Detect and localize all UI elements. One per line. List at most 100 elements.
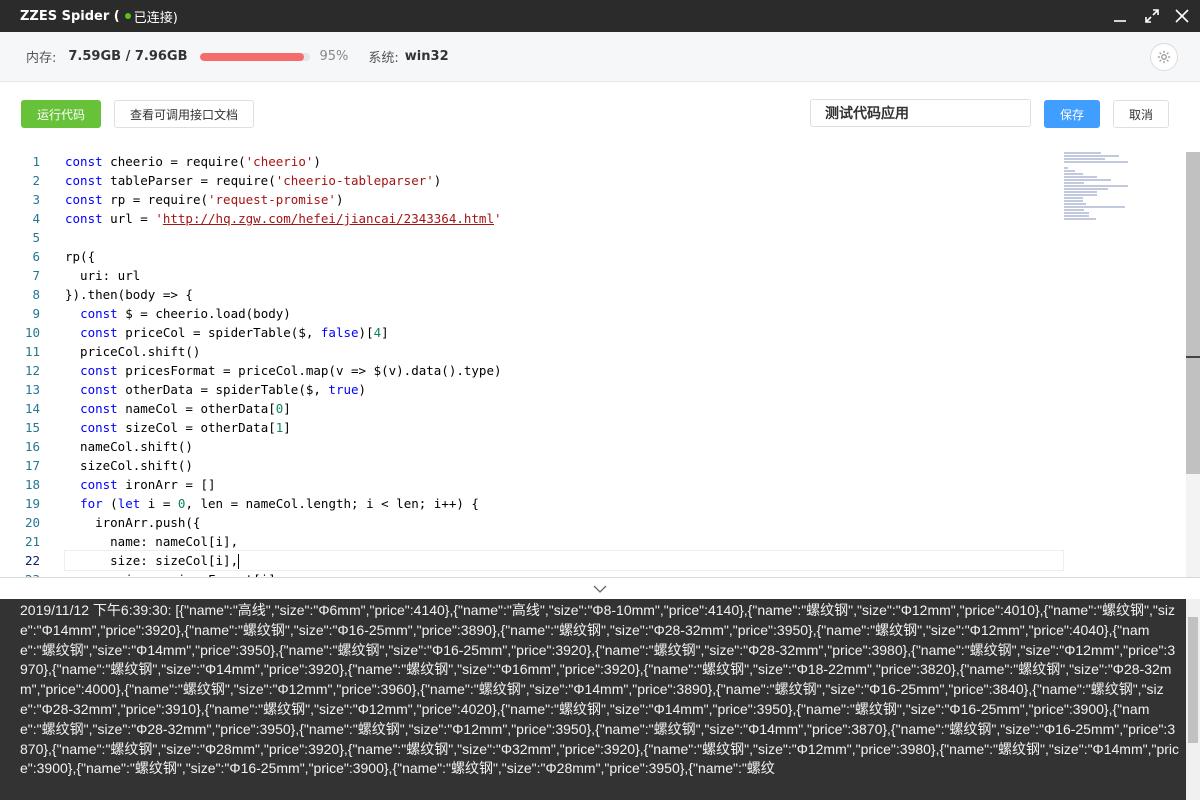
code-token: size: sizeCol[i], xyxy=(65,553,239,568)
code-token: http://hq.zgw.com/hefei/jiancai/2343364.… xyxy=(162,211,494,226)
code-line[interactable]: const pricesFormat = priceCol.map(v => $… xyxy=(65,361,1063,380)
code-token: )[ xyxy=(358,325,374,340)
code-token: url = xyxy=(102,211,156,226)
code-token: true xyxy=(328,382,359,397)
code-token: i = xyxy=(140,496,178,511)
code-line[interactable]: price: pricesFormat[i], xyxy=(65,570,1063,577)
line-number: 12 xyxy=(24,363,40,378)
line-number: 10 xyxy=(24,325,40,340)
maximize-button[interactable] xyxy=(1136,0,1168,32)
editor-scrollbar-thumb[interactable] xyxy=(1186,152,1200,474)
memory-value: 7.59GB / 7.96GB xyxy=(68,49,188,64)
code-line[interactable]: const rp = require('request-promise') xyxy=(65,190,1063,209)
code-token: ) xyxy=(313,154,321,169)
code-line[interactable]: const tableParser = require('cheerio-tab… xyxy=(65,171,1063,190)
minimap-line xyxy=(1064,170,1075,172)
line-number: 4 xyxy=(32,211,40,226)
line-number: 19 xyxy=(24,496,40,511)
code-token: const xyxy=(80,325,118,340)
code-token: ironArr.push({ xyxy=(65,515,201,530)
chevron-down-icon[interactable] xyxy=(593,584,607,594)
output-console: 2019/11/12 下午6:39:30: [{"name":"高线","siz… xyxy=(0,599,1200,800)
line-number: 23 xyxy=(0,570,40,577)
code-line[interactable]: name: nameCol[i], xyxy=(65,532,1063,551)
code-lines[interactable]: const cheerio = require('cheerio') const … xyxy=(64,152,1064,577)
code-token: , len = nameCol.length; i < len; i++) { xyxy=(185,496,479,511)
cancel-button[interactable]: 取消 xyxy=(1113,100,1169,128)
system-value: win32 xyxy=(404,49,449,64)
code-minimap[interactable] xyxy=(1064,152,1186,222)
minimap-line xyxy=(1064,182,1084,184)
code-line[interactable]: }).then(body => { xyxy=(65,285,1063,304)
minimap-line xyxy=(1064,173,1083,175)
code-line[interactable]: priceCol.shift() xyxy=(65,342,1063,361)
window-title: ZZES Spider ( 已连接) xyxy=(20,7,178,26)
code-token: const xyxy=(80,420,118,435)
console-scrollbar-thumb[interactable] xyxy=(1188,617,1198,743)
code-line[interactable]: nameCol.shift() xyxy=(65,437,1063,456)
code-token: name: nameCol[i], xyxy=(65,534,239,549)
memory-percent: 95% xyxy=(319,49,349,64)
code-token: 'cheerio' xyxy=(245,154,314,169)
code-line[interactable]: size: sizeCol[i], xyxy=(64,550,1064,571)
code-line[interactable]: rp({ xyxy=(65,247,1063,266)
minimap-line xyxy=(1064,215,1090,217)
line-number: 20 xyxy=(24,515,40,530)
code-token: nameCol.shift() xyxy=(65,439,193,454)
code-line[interactable]: const cheerio = require('cheerio') xyxy=(65,152,1063,171)
close-button[interactable] xyxy=(1166,0,1198,32)
code-line[interactable]: for (let i = 0, len = nameCol.length; i … xyxy=(65,494,1063,513)
run-code-button[interactable]: 运行代码 xyxy=(21,100,101,128)
settings-button[interactable] xyxy=(1150,43,1178,71)
code-token: 4 xyxy=(373,325,382,340)
editor-scrollbar[interactable] xyxy=(1186,152,1200,577)
memory-progress-fill xyxy=(199,52,304,61)
minimap-line xyxy=(1064,197,1083,199)
minimap-line xyxy=(1064,188,1108,190)
save-button[interactable]: 保存 xyxy=(1044,100,1100,128)
memory-progress-bar xyxy=(199,52,310,61)
gear-icon xyxy=(1157,50,1171,64)
app-name-input[interactable] xyxy=(810,99,1031,127)
text-cursor xyxy=(238,554,240,569)
minimap-line xyxy=(1064,176,1097,178)
code-token: let xyxy=(117,496,141,511)
panel-splitter[interactable] xyxy=(0,579,1200,599)
code-line[interactable]: uri: url xyxy=(65,266,1063,285)
line-number: 3 xyxy=(32,192,40,207)
line-number: 21 xyxy=(24,534,40,549)
console-scrollbar[interactable] xyxy=(1186,599,1200,800)
line-number: 11 xyxy=(24,344,40,359)
code-line[interactable]: const url = 'http://hq.zgw.com/hefei/jia… xyxy=(65,209,1063,228)
line-number: 22 xyxy=(24,553,40,568)
code-line[interactable]: ironArr.push({ xyxy=(65,513,1063,532)
code-token: ] xyxy=(381,325,389,340)
code-editor[interactable]: 1234567891011121314151617181920212223 co… xyxy=(0,150,1200,578)
code-line[interactable]: const priceCol = spiderTable($, false)[4… xyxy=(65,323,1063,342)
code-token: const xyxy=(80,401,118,416)
line-number: 5 xyxy=(32,230,40,245)
code-token: pricesFormat = priceCol.map(v => $(v).da… xyxy=(117,363,502,378)
code-token: const xyxy=(65,173,103,188)
minimap-line xyxy=(1064,206,1125,208)
scrollbar-cursor-marker xyxy=(1186,356,1200,358)
code-line[interactable]: const $ = cheerio.load(body) xyxy=(65,304,1063,323)
view-api-docs-button[interactable]: 查看可调用接口文档 xyxy=(114,100,254,128)
code-token: 'cheerio-tableparser' xyxy=(275,173,434,188)
code-line[interactable]: sizeCol.shift() xyxy=(65,456,1063,475)
code-line[interactable] xyxy=(65,228,1063,247)
code-token: nameCol = otherData[ xyxy=(117,401,276,416)
code-token: tableParser = require( xyxy=(102,173,276,188)
app-title: ZZES Spider ( xyxy=(20,8,120,24)
code-token: cheerio = require( xyxy=(102,154,246,169)
code-line[interactable]: const nameCol = otherData[0] xyxy=(65,399,1063,418)
minimap-line xyxy=(1064,191,1097,193)
minimap-line xyxy=(1064,209,1084,211)
minimize-button[interactable] xyxy=(1104,0,1136,32)
code-line[interactable]: const ironArr = [] xyxy=(65,475,1063,494)
code-line[interactable]: const sizeCol = otherData[1] xyxy=(65,418,1063,437)
code-line[interactable]: const otherData = spiderTable($, true) xyxy=(65,380,1063,399)
